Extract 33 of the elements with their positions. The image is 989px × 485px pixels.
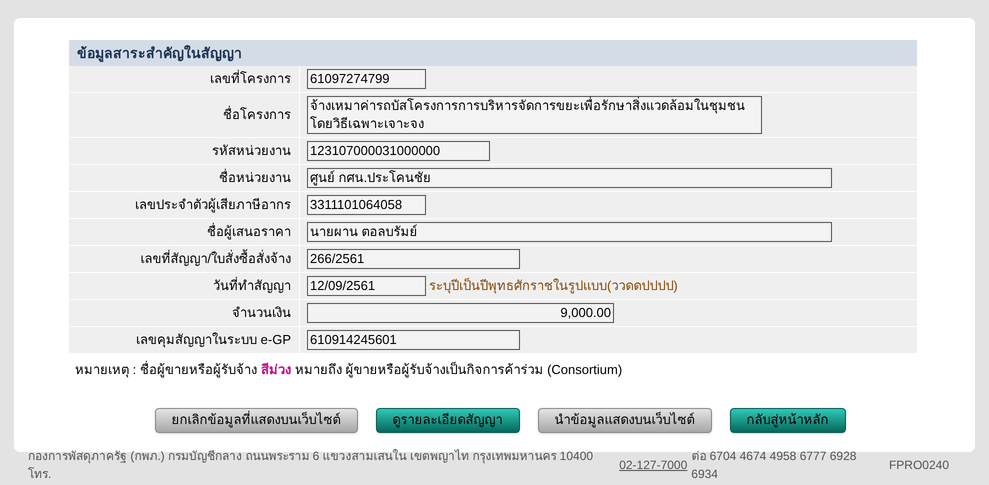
field-label: วันที่ทำสัญญา	[213, 276, 291, 296]
field-label: เลขที่โครงการ	[210, 69, 291, 88]
input-field[interactable]: 3311101064058	[307, 195, 426, 215]
input-field[interactable]: 610914245601	[307, 330, 520, 350]
action-button[interactable]: ดูรายละเอียดสัญญา	[376, 408, 520, 432]
input-field[interactable]: 61097274799	[307, 69, 426, 89]
action-button[interactable]: กลับสู่หน้าหลัก	[730, 408, 846, 432]
footer-address: กองการพัสดุภาครัฐ (กพภ.) กรมบัญชีกลาง ถนนพระราม 6 แขวงสามเสนใน เขตพญาไท กรุงเทพมหานคร 10400 โทร.	[28, 448, 594, 483]
field-label: จำนวนเงิน	[232, 304, 291, 322]
action-button[interactable]: นำข้อมูลแสดงบนเว็บไซต์	[538, 408, 712, 432]
note-text: หมายเหตุ : ชื่อผู้ขายหรือผู้รับจ้าง	[75, 360, 257, 380]
input-field[interactable]: 266/2561	[307, 249, 520, 269]
field-label: ชื่อหน่วยงาน	[219, 168, 291, 188]
field-label: รหัสหน่วยงาน	[212, 142, 291, 160]
input-field[interactable]: 123107000031000000	[307, 141, 490, 161]
note-text: หมายถึง ผู้ขายหรือผู้รับจ้างเป็นกิจการค้าร่วม (Consortium)	[294, 360, 622, 380]
footer-extensions: ต่อ 6704 4674 4958 6777 6928 6934	[691, 448, 858, 483]
field-label: ชื่อผู้เสนอราคา	[207, 222, 291, 242]
date-format-hint: ระบุปีเป็นปีพุทธศักราชในรูปแบบ(ววดดปปปป)	[429, 276, 678, 296]
action-button[interactable]: ยกเลิกข้อมูลที่แสดงบนเว็บไซต์	[154, 408, 358, 432]
input-field[interactable]: 9,000.00	[307, 303, 614, 323]
page-code: FPRO0240	[888, 457, 950, 474]
section-header: ข้อมูลสาระสำคัญในสัญญา	[69, 40, 917, 66]
field-label: เลขคุมสัญญาในระบบ e-GP	[136, 331, 291, 350]
input-field[interactable]: ศูนย์ กศน.ประโคนชัย	[307, 168, 832, 188]
field-label: เลขประจำตัวผู้เสียภาษีอากร	[135, 196, 291, 214]
input-field[interactable]: 12/09/2561	[307, 276, 426, 296]
note-highlight: สีม่วง	[260, 361, 291, 379]
field-label: เลขที่สัญญา/ใบสั่งซื้อสั่งจ้าง	[140, 249, 291, 268]
input-field[interactable]: จ้างเหมาค่ารถบัสโครงการการบริหารจัดการขยะเพื่อรักษาสิ่งแวดล้อมในชุมชน โดยวิธีเฉพาะเจาะจง	[307, 96, 762, 134]
phone-link[interactable]: 02-127-7000	[619, 456, 688, 474]
input-field[interactable]: นายผาน ตอลบรัมย์	[307, 222, 832, 242]
field-label: ชื่อโครงการ	[223, 105, 291, 124]
